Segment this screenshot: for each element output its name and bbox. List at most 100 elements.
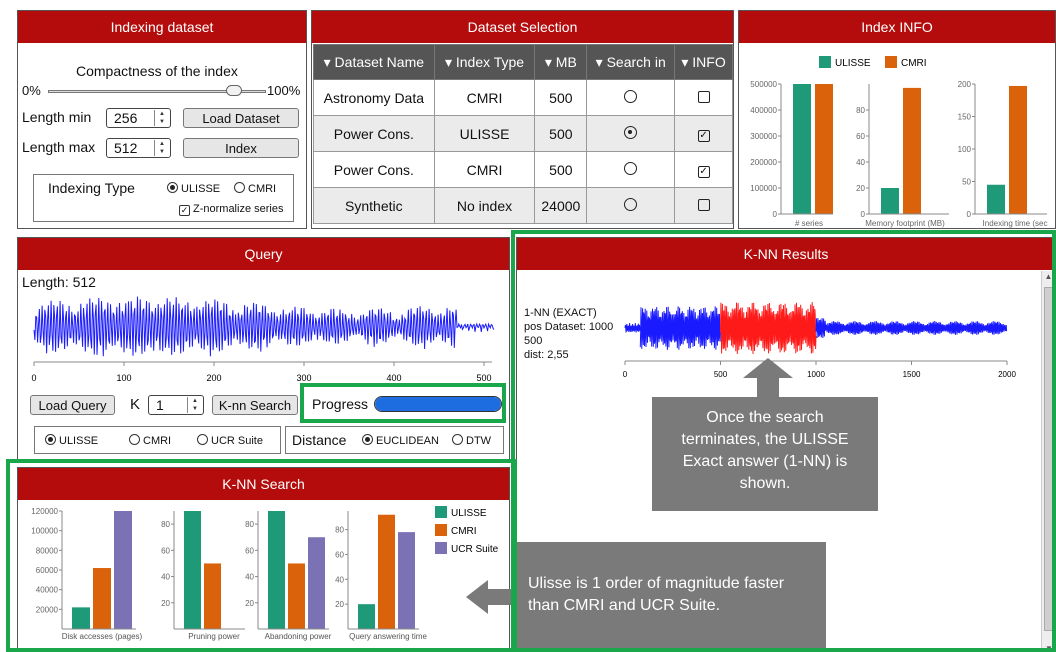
table-row[interactable]: Synthetic No index 24000 <box>313 187 733 224</box>
length-max-input[interactable]: 512 ▲ ▼ <box>106 138 171 158</box>
scroll-down-icon[interactable]: ▼ <box>1042 644 1055 651</box>
progress-fill <box>375 397 501 411</box>
y-tick-label: 300000 <box>750 132 777 141</box>
table-row[interactable]: Astronomy Data CMRI 500 <box>313 79 733 116</box>
x-tick-label: 200 <box>206 373 221 383</box>
dist-euclidean-radio[interactable]: EUCLIDEAN <box>362 434 439 447</box>
results-scrollbar[interactable]: ▲ ▼ <box>1041 271 1055 651</box>
index-type-cell: No index <box>433 187 536 224</box>
type-ulisse-radio[interactable]: ULISSE <box>167 182 220 195</box>
type-ulisse-label: ULISSE <box>181 183 221 195</box>
compactness-slider[interactable] <box>48 85 266 96</box>
col-dataset-name[interactable]: ▾ Dataset Name <box>313 44 435 80</box>
index-info-charts: ULISSE CMRI 0 100000 200000 300000 400000 50000… <box>750 56 1047 228</box>
algo-ulisse-label: ULISSE <box>59 435 99 447</box>
y-tick-label: 20000 <box>36 605 59 614</box>
scroll-up-icon[interactable]: ▲ <box>1042 271 1055 283</box>
legend-swatch <box>435 506 447 518</box>
col-mb[interactable]: ▾ MB <box>534 44 588 80</box>
k-input[interactable]: 1 ▲ ▼ <box>148 395 204 415</box>
x-tick-label: 0 <box>623 370 628 379</box>
algo-cmri-radio[interactable]: CMRI <box>129 434 171 447</box>
table-header-row: ▾ Dataset Name ▾ Index Type ▾ MB ▾ Searc… <box>313 44 733 80</box>
index-button[interactable]: Index <box>183 138 299 158</box>
y-tick-label: 40 <box>856 158 865 167</box>
y-tick-label: 40000 <box>36 586 59 595</box>
knn-search-button[interactable]: K-nn Search <box>212 395 298 415</box>
legend-swatch-ulisse <box>819 56 831 68</box>
distance-box: Distance EUCLIDEAN DTW <box>285 426 504 454</box>
search-in-cell <box>586 187 676 224</box>
bar-cmri <box>288 563 305 629</box>
col-search-in[interactable]: ▾ Search in <box>586 44 676 80</box>
query-chart: 0 100 200 300 400 500 <box>31 296 495 383</box>
radio-icon[interactable] <box>624 197 638 211</box>
length-min-stepper[interactable]: ▲ ▼ <box>154 110 169 126</box>
bar-ulisse <box>987 184 1005 214</box>
y-tick-label: 0 <box>773 210 778 219</box>
length-min-input[interactable]: 256 ▲ ▼ <box>106 108 171 128</box>
length-max-stepper[interactable]: ▲ ▼ <box>154 140 169 156</box>
bar-cmri <box>93 568 111 629</box>
x-tick-label: 400 <box>386 373 401 383</box>
algo-ucr-radio[interactable]: UCR Suite <box>197 434 263 447</box>
radio-selected-icon <box>45 434 56 445</box>
k-stepper[interactable]: ▲ ▼ <box>187 397 202 413</box>
col-index-type[interactable]: ▾ Index Type <box>433 44 536 80</box>
info-cell <box>674 187 733 224</box>
type-cmri-radio[interactable]: CMRI <box>234 182 276 195</box>
info-cell <box>674 79 733 116</box>
znorm-label: Z-normalize series <box>193 203 284 215</box>
bar-cmri <box>903 87 921 214</box>
knn-search-charts: 20000 40000 60000 80000 100000 120000 Disk acc… <box>31 506 499 641</box>
radio-icon <box>452 434 463 445</box>
load-query-button[interactable]: Load Query <box>30 395 115 415</box>
knn-search-title: K-NN Search <box>18 468 509 500</box>
y-tick-label: 500000 <box>750 80 777 89</box>
table-row[interactable]: Power Cons. ULISSE 500 ✓ <box>313 115 733 152</box>
scroll-thumb[interactable] <box>1044 287 1053 631</box>
slider-thumb[interactable] <box>226 85 243 96</box>
x-axis-label: Memory footprint (MB) <box>865 219 945 228</box>
legend-swatch <box>435 524 447 536</box>
y-tick-label: 40 <box>245 573 254 582</box>
checkbox-icon[interactable] <box>697 90 710 103</box>
y-tick-label: 200000 <box>750 158 777 167</box>
legend-label: ULISSE <box>451 508 487 519</box>
checkbox-checked-icon[interactable]: ✓ <box>697 166 710 178</box>
radio-selected-icon[interactable] <box>624 125 638 139</box>
algo-ulisse-radio[interactable]: ULISSE <box>45 434 98 447</box>
y-tick-label: 120000 <box>31 507 58 516</box>
checkbox-icon[interactable] <box>697 198 710 211</box>
bar-ulisse <box>268 511 285 629</box>
search-in-cell <box>586 79 676 116</box>
radio-icon[interactable] <box>624 161 638 175</box>
checkbox-checked-icon[interactable]: ✓ <box>697 130 710 142</box>
radio-icon <box>234 182 245 193</box>
series-before <box>624 322 641 333</box>
y-tick-label: 80000 <box>36 546 59 555</box>
table-row[interactable]: Power Cons. CMRI 500 ✓ <box>313 151 733 188</box>
y-tick-label: 100000 <box>31 527 58 536</box>
length-min-label: Length min <box>22 109 92 125</box>
dataset-title: Dataset Selection <box>312 11 733 43</box>
algorithm-box: ULISSE CMRI UCR Suite <box>34 426 281 454</box>
radio-icon[interactable] <box>624 89 638 103</box>
col-info[interactable]: ▾ INFO <box>674 44 733 80</box>
y-tick-label: 0 <box>967 210 972 219</box>
k-value: 1 <box>156 397 164 413</box>
match-segment <box>720 302 817 354</box>
query-title: Query <box>18 238 509 270</box>
x-tick-label: 100 <box>116 373 131 383</box>
y-tick-label: 40 <box>161 573 170 582</box>
indexing-panel: Indexing dataset Compactness of the inde… <box>17 10 307 229</box>
znorm-checkbox[interactable]: ✓ Z-normalize series <box>179 203 283 216</box>
dist-dtw-radio[interactable]: DTW <box>452 434 491 447</box>
callout-arrow-left <box>466 580 516 614</box>
load-dataset-button[interactable]: Load Dataset <box>183 108 299 128</box>
knn-results-title: K-NN Results <box>517 238 1055 270</box>
y-tick-label: 40 <box>335 575 344 584</box>
x-tick-label: 300 <box>296 373 311 383</box>
length-max-label: Length max <box>22 139 96 155</box>
y-tick-label: 80 <box>856 106 865 115</box>
